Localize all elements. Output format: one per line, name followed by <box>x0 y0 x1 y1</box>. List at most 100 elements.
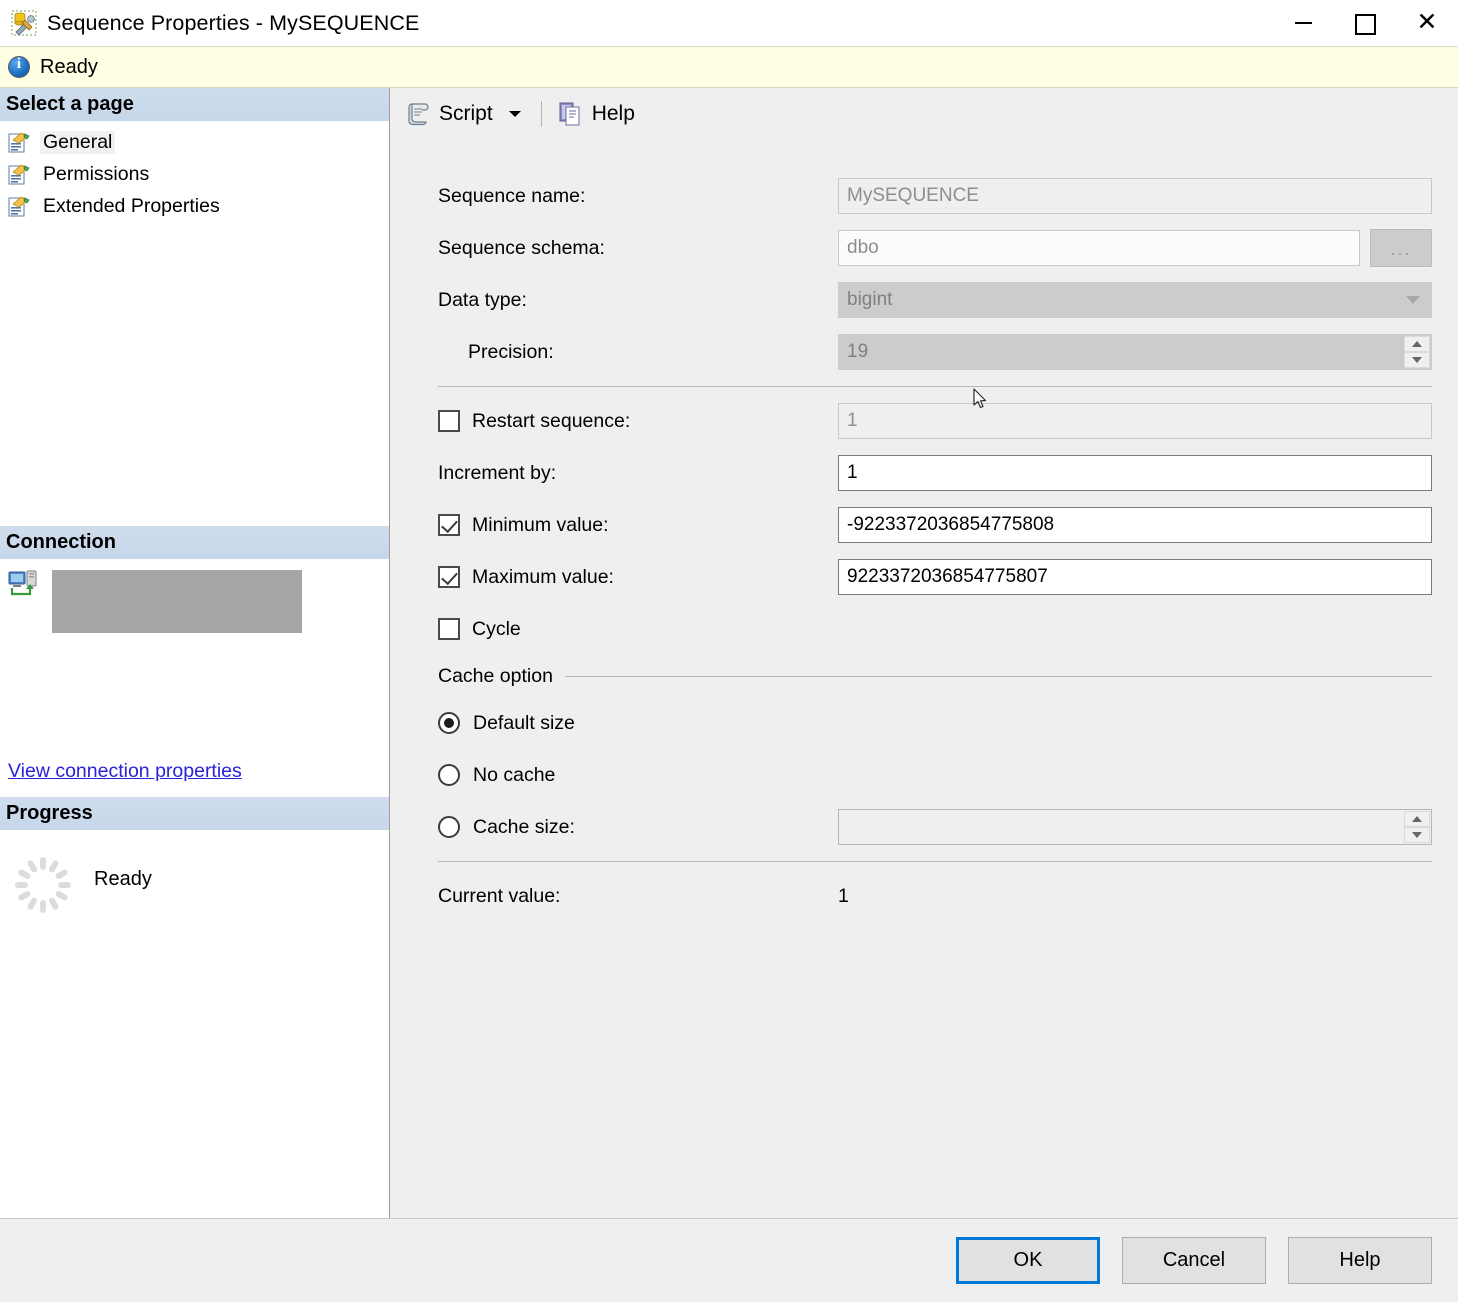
precision-row: Precision: 19 <box>438 326 1432 378</box>
triangle-down-icon <box>1412 357 1422 363</box>
sidebar-item-extended-properties[interactable]: Extended Properties <box>0 190 389 222</box>
window-title: Sequence Properties - MySEQUENCE <box>47 10 420 35</box>
cache-no-cache-radio[interactable] <box>438 764 460 786</box>
spin-down-button[interactable] <box>1404 352 1430 368</box>
chevron-down-icon[interactable] <box>508 111 521 117</box>
status-bar: Ready <box>0 46 1458 88</box>
increment-by-input[interactable]: 1 <box>838 455 1432 491</box>
info-icon <box>8 56 30 78</box>
progress-spinner-icon <box>14 856 72 914</box>
cache-default-size-row[interactable]: Default size <box>438 697 1432 749</box>
data-type-row: Data type: bigint <box>438 274 1432 326</box>
restart-sequence-checkbox[interactable] <box>438 410 460 432</box>
sequence-properties-dialog: Sequence Properties - MySEQUENCE ✕ Ready… <box>0 0 1458 1302</box>
minimum-value-label: Minimum value: <box>472 513 609 536</box>
general-form: Sequence name: MySEQUENCE Sequence schem… <box>390 140 1458 1218</box>
progress-text: Ready <box>94 868 152 890</box>
sequence-schema-browse-button[interactable]: ... <box>1370 229 1432 267</box>
divider <box>438 861 1432 862</box>
divider <box>438 386 1432 387</box>
server-icon <box>8 570 38 598</box>
close-icon[interactable]: ✕ <box>1396 0 1458 46</box>
minimum-value-checkbox-wrap[interactable]: Minimum value: <box>438 514 838 537</box>
connection-server-row <box>0 559 389 633</box>
increment-by-label: Increment by: <box>438 461 557 484</box>
cycle-row: Cycle <box>438 603 1432 655</box>
sequence-schema-input[interactable]: dbo <box>838 230 1360 266</box>
page-icon <box>8 163 30 185</box>
cache-no-cache-wrap[interactable]: No cache <box>438 764 838 787</box>
data-type-label: Data type: <box>438 288 527 311</box>
help-icon <box>558 101 584 127</box>
cache-size-spin-buttons[interactable] <box>1404 811 1430 843</box>
cycle-label: Cycle <box>472 617 521 640</box>
precision-spin-wrap: 19 <box>838 334 1432 370</box>
restart-sequence-label: Restart sequence: <box>472 409 631 432</box>
help-label: Help <box>591 102 635 125</box>
maximize-button[interactable] <box>1334 0 1396 46</box>
triangle-down-icon <box>1412 832 1422 838</box>
help-button[interactable]: Help <box>554 96 639 132</box>
maximum-value-input[interactable]: 9223372036854775807 <box>838 559 1432 595</box>
connection-header: Connection <box>0 526 389 559</box>
restart-sequence-row: Restart sequence: 1 <box>438 395 1432 447</box>
precision-stepper[interactable]: 19 <box>838 334 1432 370</box>
cache-option-group-header: Cache option <box>438 655 1432 697</box>
cache-option-label: Cache option <box>438 664 553 687</box>
window-controls: ✕ <box>1272 0 1458 46</box>
restart-sequence-checkbox-wrap[interactable]: Restart sequence: <box>438 410 838 433</box>
cache-no-cache-row[interactable]: No cache <box>438 749 1432 801</box>
data-type-select[interactable]: bigint <box>838 282 1432 318</box>
maximum-value-checkbox-wrap[interactable]: Maximum value: <box>438 566 838 589</box>
cache-size-radio[interactable] <box>438 816 460 838</box>
cache-size-spin-wrap <box>838 809 1432 845</box>
increment-by-row: Increment by: 1 <box>438 447 1432 499</box>
script-icon <box>405 101 431 127</box>
sequence-name-input[interactable]: MySEQUENCE <box>838 178 1432 214</box>
triangle-up-icon <box>1412 816 1422 822</box>
restart-sequence-input[interactable]: 1 <box>838 403 1432 439</box>
title-bar: Sequence Properties - MySEQUENCE ✕ <box>0 0 1458 46</box>
cache-size-wrap[interactable]: Cache size: <box>438 816 838 839</box>
data-type-combo-wrap: bigint <box>838 282 1432 318</box>
minimum-value-checkbox[interactable] <box>438 514 460 536</box>
sidebar-item-label: General <box>40 130 116 154</box>
cache-size-stepper[interactable] <box>838 809 1432 845</box>
minimum-value-input[interactable]: -9223372036854775808 <box>838 507 1432 543</box>
cycle-checkbox-wrap[interactable]: Cycle <box>438 618 838 641</box>
cache-size-label: Cache size: <box>473 815 575 838</box>
group-divider <box>564 675 1432 677</box>
spin-up-button[interactable] <box>1404 811 1430 827</box>
status-text: Ready <box>40 55 98 78</box>
cycle-checkbox[interactable] <box>438 618 460 640</box>
cancel-button[interactable]: Cancel <box>1122 1237 1266 1284</box>
sequence-schema-row: Sequence schema: dbo ... <box>438 222 1432 274</box>
maximum-value-label: Maximum value: <box>472 565 614 588</box>
view-connection-properties-link[interactable]: View connection properties <box>8 760 242 783</box>
minimize-button[interactable] <box>1272 0 1334 46</box>
cache-no-cache-label: No cache <box>473 763 556 786</box>
cache-default-size-radio[interactable] <box>438 712 460 734</box>
sidebar-item-label: Extended Properties <box>43 194 220 217</box>
dialog-footer: OK Cancel Help <box>0 1218 1458 1302</box>
ok-button[interactable]: OK <box>956 1237 1100 1284</box>
script-button[interactable]: Script <box>401 96 529 132</box>
page-icon <box>8 131 30 153</box>
server-name-redacted <box>52 570 302 633</box>
sidebar-item-general[interactable]: General <box>0 126 389 158</box>
help-button-footer[interactable]: Help <box>1288 1237 1432 1284</box>
triangle-up-icon <box>1412 341 1422 347</box>
precision-spin-buttons[interactable] <box>1404 336 1430 368</box>
sidebar-item-permissions[interactable]: Permissions <box>0 158 389 190</box>
spin-up-button[interactable] <box>1404 336 1430 352</box>
cache-default-size-wrap[interactable]: Default size <box>438 712 838 735</box>
current-value-label: Current value: <box>438 884 561 907</box>
maximum-value-checkbox[interactable] <box>438 566 460 588</box>
minimum-value-row: Minimum value: -9223372036854775808 <box>438 499 1432 551</box>
current-value-text: 1 <box>838 884 849 907</box>
maximum-value-row: Maximum value: 9223372036854775807 <box>438 551 1432 603</box>
spin-down-button[interactable] <box>1404 827 1430 843</box>
sequence-properties-icon <box>11 10 37 36</box>
precision-label: Precision: <box>468 340 554 363</box>
